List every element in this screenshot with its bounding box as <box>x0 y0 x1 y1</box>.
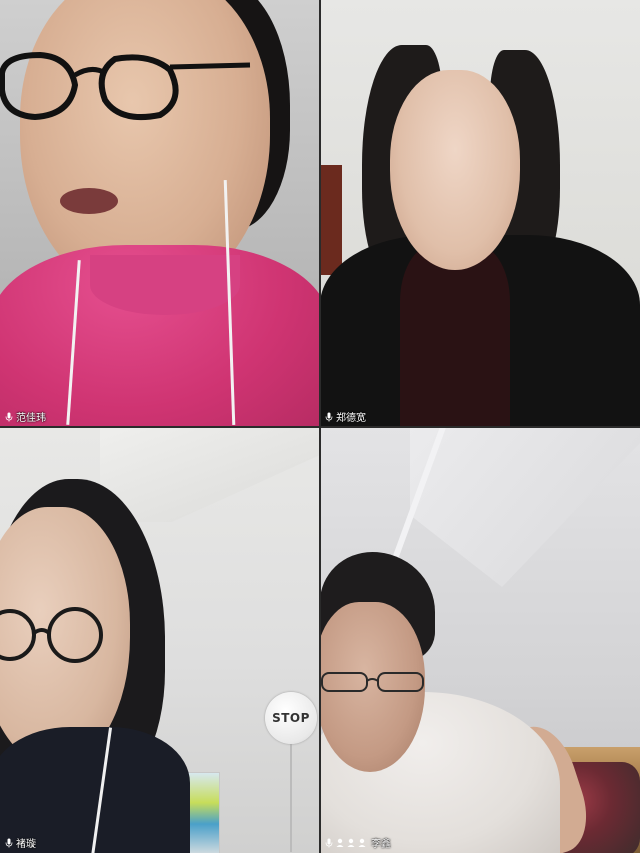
audio-indicator <box>324 838 367 848</box>
participant-name-label: 李鑫 <box>324 835 391 850</box>
microphone-icon <box>325 412 333 421</box>
participant-name-label: 褚璇 <box>4 835 36 850</box>
participant-name: 褚璇 <box>16 839 36 850</box>
microphone-icon <box>325 838 333 847</box>
participant-tile-2[interactable]: 郑德宽 <box>320 0 640 427</box>
participant-name: 郑德宽 <box>336 413 366 424</box>
audio-wave-icon <box>336 838 344 847</box>
audio-wave-icon <box>347 838 355 847</box>
glasses-graphic <box>0 607 103 663</box>
tile-divider-horizontal <box>0 426 640 428</box>
microphone-icon <box>5 412 13 421</box>
video-call-grid: 范佳玮 郑德宽 STOP 褚璇 李鑫 <box>0 0 640 853</box>
audio-wave-icon <box>358 838 366 847</box>
participant-name: 李鑫 <box>371 839 391 850</box>
glasses-graphic <box>0 51 251 121</box>
stop-sign: STOP <box>265 692 317 744</box>
participant-tile-3[interactable]: STOP 褚璇 <box>0 427 320 853</box>
participant-tile-4[interactable]: 李鑫 <box>320 427 640 853</box>
participant-name-label: 郑德宽 <box>324 409 366 424</box>
participant-name-label: 范佳玮 <box>4 409 46 424</box>
microphone-icon <box>5 838 13 847</box>
participant-name: 范佳玮 <box>16 413 46 424</box>
glasses-graphic <box>321 672 424 692</box>
participant-tile-1[interactable]: 范佳玮 <box>0 0 320 427</box>
